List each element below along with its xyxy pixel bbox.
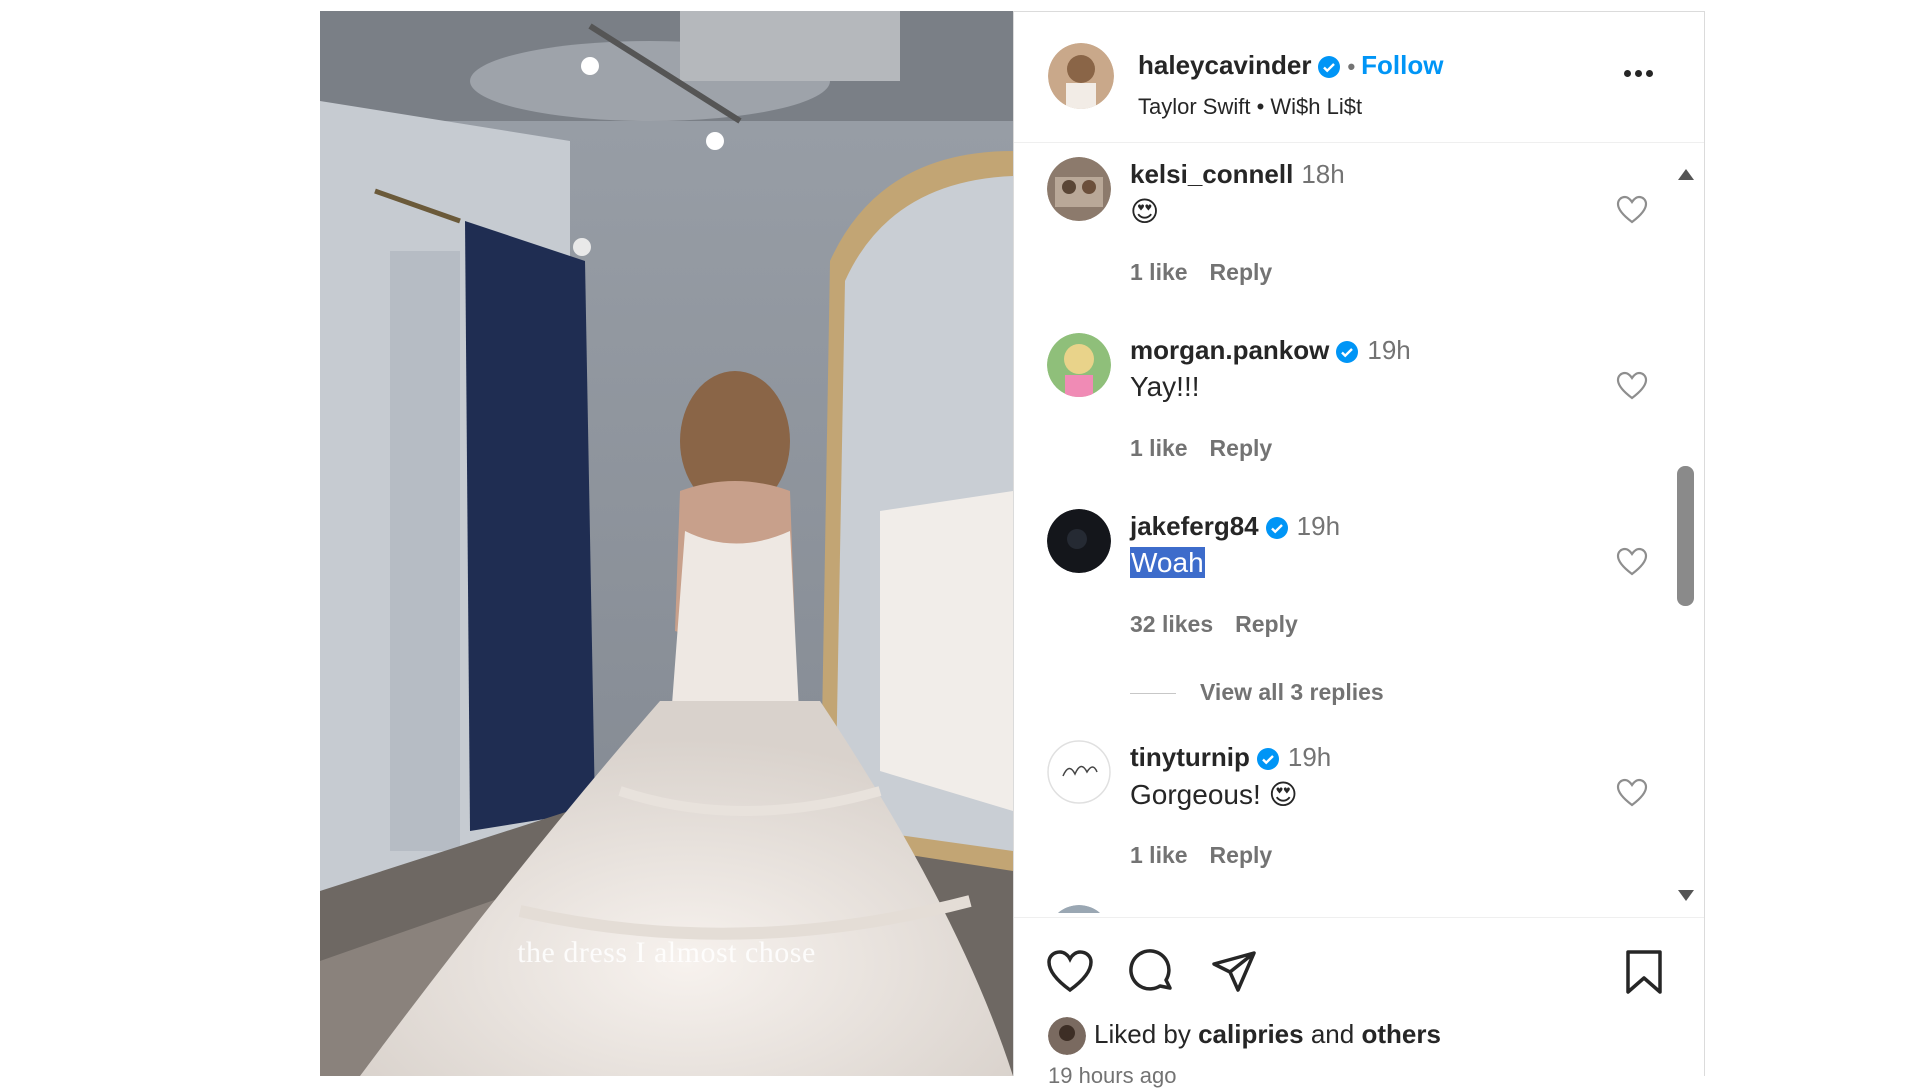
view-replies-button[interactable]: View all 3 replies	[1130, 679, 1384, 706]
commenter-username[interactable]: kelsi_connell	[1130, 159, 1293, 189]
comment-text: 😍	[1130, 196, 1160, 227]
post-header: haleycavinder • Follow Taylor Swift • Wi$h…	[1014, 12, 1704, 143]
comment-text: Yay!!!	[1130, 371, 1200, 402]
reply-button[interactable]: Reply	[1210, 435, 1273, 461]
comment-text: Gorgeous! 😍	[1130, 779, 1298, 810]
more-options-icon[interactable]	[1624, 64, 1664, 90]
author-username[interactable]: haleycavinder	[1138, 50, 1311, 80]
comment-time: 19h	[1367, 335, 1411, 365]
commenter-avatar-partial[interactable]	[1047, 905, 1111, 913]
post-media[interactable]: the dress I almost chose	[320, 11, 1013, 1076]
verified-badge-icon	[1256, 748, 1279, 771]
audio-track-link[interactable]: Taylor Swift • Wi$h Li$t	[1138, 94, 1362, 120]
bookmark-icon[interactable]	[1620, 948, 1668, 996]
post-timestamp[interactable]: 19 hours ago	[1048, 1063, 1176, 1089]
comment-like-heart-icon[interactable]	[1616, 547, 1648, 577]
comment-like-heart-icon[interactable]	[1616, 778, 1648, 808]
liked-by-others-link[interactable]: others	[1361, 1019, 1440, 1049]
commenter-username[interactable]: jakeferg84	[1130, 511, 1259, 541]
commenter-username[interactable]: morgan.pankow	[1130, 335, 1329, 365]
comment-like-heart-icon[interactable]	[1616, 371, 1648, 401]
post-action-bar: Liked by calipries and others 19 hours a…	[1014, 917, 1704, 1088]
verified-badge-icon	[1318, 56, 1341, 79]
comment-icon[interactable]	[1128, 948, 1176, 996]
scroll-down-arrow-icon[interactable]	[1678, 890, 1694, 901]
commenter-avatar[interactable]	[1047, 333, 1111, 397]
verified-badge-icon	[1336, 341, 1359, 364]
replies-divider-line	[1130, 693, 1176, 695]
reply-button[interactable]: Reply	[1210, 259, 1273, 285]
heart-icon[interactable]	[1046, 948, 1094, 996]
reply-button[interactable]: Reply	[1235, 611, 1298, 637]
comment-like-heart-icon[interactable]	[1616, 195, 1648, 225]
comment-text-selected: Woah	[1130, 547, 1205, 578]
author-avatar[interactable]	[1048, 43, 1114, 109]
post-side-panel: haleycavinder • Follow Taylor Swift • Wi$h…	[1013, 11, 1705, 1088]
commenter-username[interactable]: tinyturnip	[1130, 742, 1250, 772]
comment-likes[interactable]: 1 like	[1130, 435, 1188, 461]
share-icon[interactable]	[1210, 948, 1258, 996]
liker-avatar[interactable]	[1048, 1017, 1086, 1055]
video-caption-overlay: the dress I almost chose	[517, 936, 816, 969]
scroll-up-arrow-icon[interactable]	[1678, 169, 1694, 180]
comment-likes[interactable]: 32 likes	[1130, 611, 1213, 637]
liked-by-user-link[interactable]: calipries	[1198, 1019, 1304, 1049]
reply-button[interactable]: Reply	[1210, 842, 1273, 868]
comment-likes[interactable]: 1 like	[1130, 842, 1188, 868]
separator-dot: •	[1347, 54, 1356, 79]
comment-time: 19h	[1296, 511, 1341, 541]
liked-by-summary: Liked by calipries and others	[1048, 1017, 1441, 1055]
comments-scrollbar[interactable]	[1674, 143, 1696, 913]
commenter-avatar[interactable]	[1047, 157, 1111, 221]
verified-badge-icon	[1265, 517, 1288, 540]
comment-time: 18h	[1301, 159, 1345, 189]
commenter-avatar[interactable]	[1047, 509, 1111, 573]
commenter-avatar[interactable]	[1047, 740, 1111, 804]
bridal-dress-photo	[320, 11, 1013, 1076]
comments-list: kelsi_connell 18h 😍 1 like Reply morgan.pa…	[1014, 143, 1688, 913]
comment-time: 19h	[1287, 742, 1332, 772]
follow-button[interactable]: Follow	[1361, 50, 1443, 80]
scrollbar-thumb[interactable]	[1677, 466, 1694, 606]
comment-likes[interactable]: 1 like	[1130, 259, 1188, 285]
